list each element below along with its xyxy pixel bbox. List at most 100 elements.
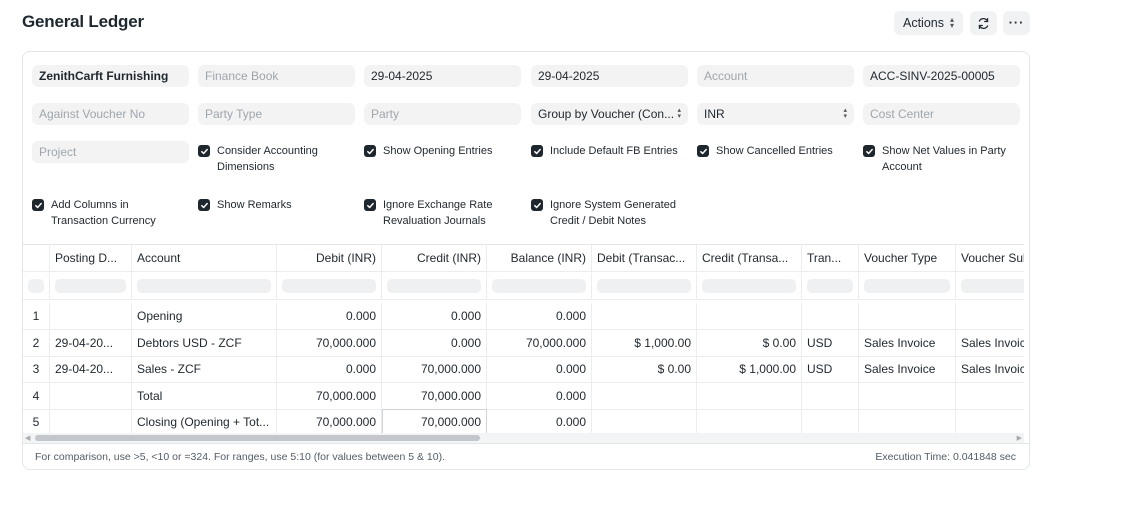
credit-txn-cell[interactable] xyxy=(697,383,802,409)
account-cell[interactable]: Total xyxy=(132,383,277,409)
ignore-exchange-checkbox[interactable]: Ignore Exchange Rate Revaluation Journal… xyxy=(364,197,524,229)
against-voucher-field[interactable]: Against Voucher No xyxy=(32,103,189,125)
include-default-fb-checkbox[interactable]: Include Default FB Entries xyxy=(531,143,691,159)
voucher-subtype-cell[interactable] xyxy=(956,383,1024,409)
currency-select[interactable]: INR ▴ ▾ xyxy=(697,103,854,125)
posting-date-cell[interactable] xyxy=(50,383,132,409)
show-cancelled-checkbox[interactable]: Show Cancelled Entries xyxy=(697,143,857,159)
account-cell[interactable]: Sales - ZCF xyxy=(132,356,277,382)
actions-button[interactable]: Actions ▴ ▾ xyxy=(894,11,963,35)
party-type-field[interactable]: Party Type xyxy=(198,103,355,125)
more-options-button[interactable]: ··· xyxy=(1003,11,1030,35)
voucher-subtype-cell[interactable] xyxy=(956,409,1024,433)
voucher-no-field[interactable]: ACC-SINV-2025-00005 xyxy=(863,65,1020,87)
column-header[interactable]: Posting D... xyxy=(50,245,132,271)
account-cell[interactable]: Debtors USD - ZCF xyxy=(132,330,277,356)
credit-txn-cell[interactable] xyxy=(697,303,802,329)
party-field[interactable]: Party xyxy=(364,103,521,125)
balance-cell[interactable]: 0.000 xyxy=(487,303,592,329)
debit-cell[interactable]: 70,000.000 xyxy=(277,383,382,409)
account-cell[interactable]: Closing (Opening + Tot... xyxy=(132,409,277,433)
txn-currency-cell[interactable] xyxy=(802,383,859,409)
column-filter-input[interactable] xyxy=(702,279,796,293)
column-header[interactable]: Credit (Transa... xyxy=(697,245,802,271)
credit-txn-cell[interactable]: $ 0.00 xyxy=(697,330,802,356)
horizontal-scrollbar[interactable]: ◀ ▶ xyxy=(23,433,1024,443)
column-header[interactable]: Debit (INR) xyxy=(277,245,382,271)
credit-txn-cell[interactable] xyxy=(697,409,802,433)
txn-currency-cell[interactable] xyxy=(802,303,859,329)
table-row[interactable]: 1 Opening 0.000 0.000 0.000 xyxy=(23,303,1024,330)
debit-txn-cell[interactable] xyxy=(592,303,697,329)
column-filter-input[interactable] xyxy=(282,279,376,293)
show-remarks-checkbox[interactable]: Show Remarks xyxy=(198,197,348,213)
column-filter-input[interactable] xyxy=(55,279,126,293)
txn-currency-cell[interactable]: USD xyxy=(802,356,859,382)
txn-currency-cell[interactable]: USD xyxy=(802,330,859,356)
column-filter-input[interactable] xyxy=(387,279,481,293)
voucher-subtype-cell[interactable]: Sales Invoice xyxy=(956,356,1024,382)
debit-cell[interactable]: 70,000.000 xyxy=(277,409,382,433)
table-row[interactable]: 3 29-04-20... Sales - ZCF 0.000 70,000.0… xyxy=(23,356,1024,383)
balance-cell[interactable]: 70,000.000 xyxy=(487,330,592,356)
ignore-system-checkbox[interactable]: Ignore System Generated Credit / Debit N… xyxy=(531,197,691,229)
voucher-subtype-cell[interactable]: Sales Invoice xyxy=(956,330,1024,356)
group-by-select[interactable]: Group by Voucher (Con... ▴ ▾ xyxy=(531,103,688,125)
column-filter-input[interactable] xyxy=(492,279,586,293)
column-header[interactable]: Credit (INR) xyxy=(382,245,487,271)
posting-date-cell[interactable]: 29-04-20... xyxy=(50,356,132,382)
scroll-left-icon[interactable]: ◀ xyxy=(25,434,30,442)
add-columns-txn-checkbox[interactable]: Add Columns in Transaction Currency xyxy=(32,197,182,229)
refresh-button[interactable] xyxy=(970,11,997,35)
voucher-type-cell[interactable]: Sales Invoice xyxy=(859,356,956,382)
debit-txn-cell[interactable]: $ 0.00 xyxy=(592,356,697,382)
column-filter-input[interactable] xyxy=(864,279,950,293)
column-filter-input[interactable] xyxy=(961,279,1024,293)
account-cell[interactable]: Opening xyxy=(132,303,277,329)
column-header[interactable]: Voucher Subt xyxy=(956,245,1024,271)
column-filter-input[interactable] xyxy=(807,279,853,293)
column-filter-input[interactable] xyxy=(28,279,44,293)
credit-txn-cell[interactable]: $ 1,000.00 xyxy=(697,356,802,382)
finance-book-field[interactable]: Finance Book xyxy=(198,65,355,87)
credit-cell[interactable]: 0.000 xyxy=(382,303,487,329)
show-net-values-checkbox[interactable]: Show Net Values in Party Account xyxy=(863,143,1023,175)
column-header[interactable]: Balance (INR) xyxy=(487,245,592,271)
credit-cell[interactable]: 70,000.000 xyxy=(382,356,487,382)
table-row[interactable]: 4 Total 70,000.000 70,000.000 0.000 xyxy=(23,383,1024,410)
company-field[interactable]: ZenithCarft Furnishing xyxy=(32,65,189,87)
scroll-right-icon[interactable]: ▶ xyxy=(1017,434,1022,442)
column-header[interactable]: Account xyxy=(132,245,277,271)
voucher-type-cell[interactable] xyxy=(859,303,956,329)
voucher-type-cell[interactable]: Sales Invoice xyxy=(859,330,956,356)
debit-txn-cell[interactable] xyxy=(592,409,697,433)
debit-cell[interactable]: 0.000 xyxy=(277,303,382,329)
project-field[interactable]: Project xyxy=(32,141,189,163)
txn-currency-cell[interactable] xyxy=(802,409,859,433)
table-row[interactable]: 2 29-04-20... Debtors USD - ZCF 70,000.0… xyxy=(23,330,1024,357)
posting-date-cell[interactable] xyxy=(50,303,132,329)
voucher-type-cell[interactable] xyxy=(859,409,956,433)
posting-date-cell[interactable]: 29-04-20... xyxy=(50,330,132,356)
balance-cell[interactable]: 0.000 xyxy=(487,356,592,382)
debit-txn-cell[interactable]: $ 1,000.00 xyxy=(592,330,697,356)
column-header[interactable]: Tran... xyxy=(802,245,859,271)
balance-cell[interactable]: 0.000 xyxy=(487,383,592,409)
balance-cell[interactable]: 0.000 xyxy=(487,409,592,433)
debit-txn-cell[interactable] xyxy=(592,383,697,409)
to-date-field[interactable]: 29-04-2025 xyxy=(531,65,688,87)
credit-cell[interactable]: 70,000.000 xyxy=(382,409,487,433)
scrollbar-thumb[interactable] xyxy=(35,435,480,441)
account-field[interactable]: Account xyxy=(697,65,854,87)
table-row[interactable]: 5 Closing (Opening + Tot... 70,000.000 7… xyxy=(23,409,1024,433)
consider-dimensions-checkbox[interactable]: Consider Accounting Dimensions xyxy=(198,143,348,175)
show-opening-checkbox[interactable]: Show Opening Entries xyxy=(364,143,524,159)
debit-cell[interactable]: 70,000.000 xyxy=(277,330,382,356)
voucher-type-cell[interactable] xyxy=(859,383,956,409)
column-header[interactable]: Debit (Transac... xyxy=(592,245,697,271)
column-filter-input[interactable] xyxy=(597,279,691,293)
debit-cell[interactable]: 0.000 xyxy=(277,356,382,382)
from-date-field[interactable]: 29-04-2025 xyxy=(364,65,521,87)
posting-date-cell[interactable] xyxy=(50,409,132,433)
credit-cell[interactable]: 70,000.000 xyxy=(382,383,487,409)
